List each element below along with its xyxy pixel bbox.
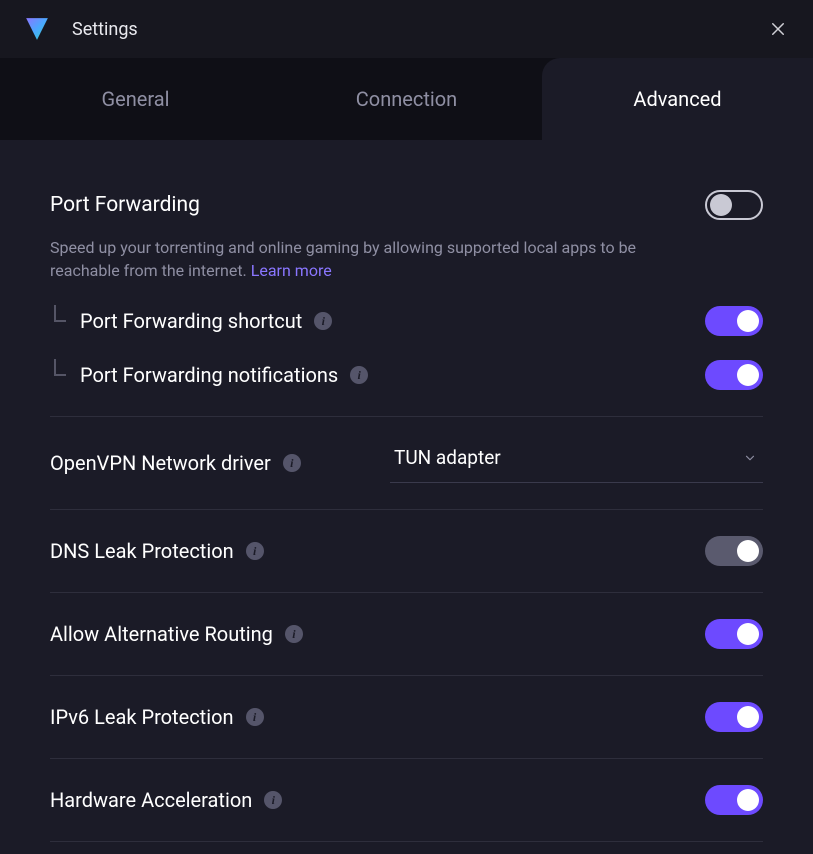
info-icon[interactable]: i <box>283 454 301 472</box>
port-forwarding-notifications-label: Port Forwarding notifications i <box>80 363 705 387</box>
tabs-bar: General Connection Advanced <box>0 58 813 140</box>
openvpn-driver-value: TUN adapter <box>394 446 501 469</box>
tab-advanced[interactable]: Advanced <box>542 58 813 140</box>
ipv6-leak-label: IPv6 Leak Protection i <box>50 705 705 729</box>
tab-connection[interactable]: Connection <box>271 58 542 140</box>
hw-accel-toggle[interactable] <box>705 785 763 815</box>
alt-routing-label: Allow Alternative Routing i <box>50 622 705 646</box>
split-tunnel-row: Split Tunneling i <box>50 841 763 854</box>
info-icon[interactable]: i <box>314 312 332 330</box>
port-forwarding-notifications-toggle[interactable] <box>705 360 763 390</box>
hw-accel-row: Hardware Acceleration i <box>50 758 763 841</box>
port-forwarding-shortcut-toggle[interactable] <box>705 306 763 336</box>
port-forwarding-description-text: Speed up your torrenting and online gami… <box>50 238 636 280</box>
info-icon[interactable]: i <box>285 625 303 643</box>
port-forwarding-header: Port Forwarding <box>50 190 763 220</box>
port-forwarding-shortcut-label: Port Forwarding shortcut i <box>80 309 705 333</box>
window-title: Settings <box>72 19 138 40</box>
info-icon[interactable]: i <box>246 542 264 560</box>
dns-leak-row: DNS Leak Protection i <box>50 509 763 592</box>
openvpn-driver-row: OpenVPN Network driver i TUN adapter <box>50 416 763 509</box>
alt-routing-row: Allow Alternative Routing i <box>50 592 763 675</box>
tab-general[interactable]: General <box>0 58 271 140</box>
info-icon[interactable]: i <box>246 708 264 726</box>
port-forwarding-description: Speed up your torrenting and online gami… <box>50 236 670 282</box>
settings-content: Port Forwarding Speed up your torrenting… <box>0 140 813 854</box>
info-icon[interactable]: i <box>350 366 368 384</box>
titlebar: Settings <box>0 0 813 58</box>
dns-leak-toggle[interactable] <box>705 536 763 566</box>
openvpn-driver-label: OpenVPN Network driver i <box>50 451 330 475</box>
dns-leak-label: DNS Leak Protection i <box>50 539 705 563</box>
app-logo-icon <box>24 16 50 42</box>
openvpn-driver-dropdown[interactable]: TUN adapter <box>390 443 763 483</box>
hw-accel-label: Hardware Acceleration i <box>50 788 705 812</box>
ipv6-leak-row: IPv6 Leak Protection i <box>50 675 763 758</box>
learn-more-link[interactable]: Learn more <box>251 261 332 280</box>
tree-branch-icon <box>52 305 72 329</box>
port-forwarding-shortcut-row: Port Forwarding shortcut i <box>50 306 763 336</box>
port-forwarding-toggle[interactable] <box>705 190 763 220</box>
close-button[interactable] <box>763 14 793 44</box>
ipv6-leak-toggle[interactable] <box>705 702 763 732</box>
alt-routing-toggle[interactable] <box>705 619 763 649</box>
info-icon[interactable]: i <box>264 791 282 809</box>
port-forwarding-notifications-row: Port Forwarding notifications i <box>50 360 763 390</box>
close-icon <box>769 20 787 38</box>
chevron-down-icon <box>743 451 757 465</box>
port-forwarding-title: Port Forwarding <box>50 193 705 217</box>
tree-branch-icon <box>52 359 72 383</box>
